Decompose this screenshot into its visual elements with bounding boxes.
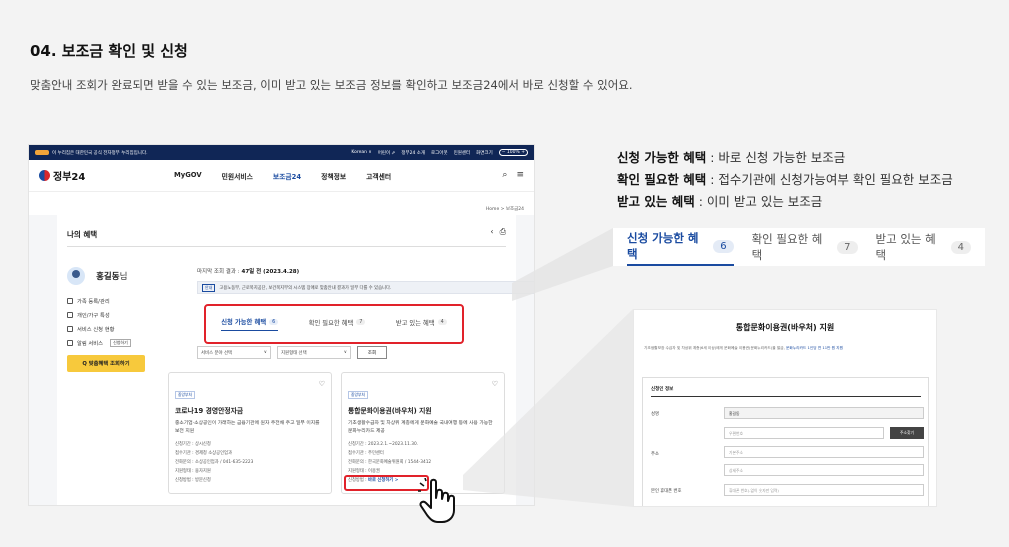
tab-available[interactable]: 신청 가능한 혜택 6 [221, 317, 279, 331]
top-link-zoom-label: 화면크기 [476, 150, 493, 156]
alert-apply-button[interactable]: 신청하기 [110, 338, 131, 347]
main-navbar: 정부24 MyGOV 민원서비스 보조금24 정책정보 고객센터 ⌕ ≡ [29, 160, 534, 192]
phone-field[interactable]: 휴대폰 번호(-없이 숫자만 입력) [724, 484, 924, 496]
application-form-panel: 통합문화이용권(바우처) 지원 기초생활보장 수급자 및 차상위 계층(6세 이… [633, 309, 937, 507]
form-desc-link[interactable]: 문화누리카드 1인당 연 11만 원 지원 [786, 346, 843, 350]
card-title: 통합문화이용권(바우처) 지원 [348, 407, 432, 415]
section-title: 신청인 정보 [651, 386, 921, 397]
side-link-alert[interactable]: 알림 서비스 신청하기 [67, 338, 157, 347]
zoom-tab-needs-check[interactable]: 확인 필요한 혜택 7 [752, 228, 858, 266]
page-title: 04. 보조금 확인 및 신청 [30, 42, 188, 60]
org-badge: 중앙부처 [175, 391, 195, 399]
tab-needs-check[interactable]: 확인 필요한 혜택 7 [309, 318, 366, 331]
org-badge: 중앙부처 [348, 391, 368, 399]
apply-highlight-box [344, 475, 429, 491]
address-search-button[interactable]: 주소찾기 [890, 427, 924, 439]
menu-civil-service[interactable]: 민원서비스 [222, 171, 253, 181]
card-details: 신청기간 : 상시신청 접수기관 : 경제청 소상공인업과 전화문의 : 소상공… [175, 442, 254, 484]
user-name: 홍길동님 [96, 271, 128, 282]
legend-item-receiving: 받고 있는 혜택 : 이미 받고 있는 보조금 [617, 194, 823, 209]
taegeuk-logo-icon [39, 170, 50, 181]
menu-policy[interactable]: 정책정보 [321, 171, 346, 181]
name-field[interactable]: 홍길동 [724, 407, 924, 419]
nav-icons: ⌕ ≡ [502, 170, 524, 180]
support-type-select[interactable]: 지원형태 선택 ∨ [277, 346, 351, 359]
top-links: Korean ∨ 어린이 ⇗ 정부24 소개 로그아웃 민원센터 화면크기 − … [351, 149, 528, 156]
user-profile: 홍길동님 가족 등록/관리 개인/가구 특성 서비스 신청 현황 알림 서비스 신… [67, 265, 157, 372]
top-link-about[interactable]: 정부24 소개 [401, 150, 425, 156]
match-benefit-button[interactable]: Q 맞춤혜택 조회하기 [67, 354, 145, 372]
side-link-status[interactable]: 서비스 신청 현황 [67, 325, 157, 333]
side-links: 가족 등록/관리 개인/가구 특성 서비스 신청 현황 알림 서비스 신청하기 [67, 297, 157, 347]
print-icon[interactable]: ⎙ [500, 227, 506, 237]
notice-tag: 안내 [202, 283, 216, 292]
zoom-tab-available[interactable]: 신청 가능한 혜택 6 [627, 228, 734, 266]
card-description: 중소기업·소상공인이 가래하는 금융기관에 원자 주전채 주고 일부 이지를 보… [175, 421, 320, 434]
notice-text: 고용노동부, 근로복지공단, 보건복지부의 시스템 장애로 맞춤안내 결과가 일… [219, 285, 392, 291]
avatar [67, 266, 85, 285]
gov-notice: 이 누리집은 대한민국 공식 전자정부 누리집입니다. [35, 150, 148, 156]
hamburger-menu-icon[interactable]: ≡ [516, 170, 524, 180]
site-logo[interactable]: 정부24 [39, 168, 174, 183]
edit-icon [67, 297, 73, 304]
tab-receiving[interactable]: 받고 있는 혜택 4 [396, 318, 447, 331]
gov-flag-icon [35, 150, 49, 155]
top-link-center[interactable]: 민원센터 [454, 150, 471, 156]
filters: 서비스 분야 선택 ∨ 지원형태 선택 ∨ 조회 [197, 346, 387, 359]
search-icon[interactable]: ⌕ [502, 170, 507, 180]
address-detail-field[interactable]: 상세주소 [724, 464, 924, 476]
top-link-kids[interactable]: 어린이 ⇗ [378, 150, 396, 156]
gov-topbar: 이 누리집은 대한민국 공식 전자정부 누리집입니다. Korean ∨ 어린이… [29, 145, 534, 160]
form-description: 기초생활보장 수급자 및 차상위 계층(6세 이상)에게 문화예술 이용권(문화… [644, 346, 843, 350]
bell-icon [67, 339, 73, 346]
top-link-logout[interactable]: 로그아웃 [431, 150, 448, 156]
card-description: 기초생활수급자 및 차상위 계층에게 문화예술 국내여행 등에 사용 가능한 문… [348, 421, 493, 434]
side-link-household[interactable]: 개인/가구 특성 [67, 311, 157, 319]
card-title: 코로나19 경영안정자금 [175, 407, 244, 415]
form-title: 통합문화이용권(바우처) 지원 [735, 323, 835, 332]
last-check: 마지막 조회 결과 :47일 전 (2023.4.28) [197, 269, 300, 275]
notice-box: 안내 고용노동부, 근로복지공단, 보건복지부의 시스템 장애로 맞춤안내 결과… [197, 281, 534, 294]
breadcrumb: Home > 보조금24 [485, 207, 524, 212]
query-button[interactable]: 조회 [357, 346, 387, 359]
page-description: 맞춤안내 조회가 완료되면 받을 수 있는 보조금, 이미 받고 있는 보조금 … [30, 78, 633, 92]
zoom-tab-receiving[interactable]: 받고 있는 혜택 4 [876, 228, 971, 266]
menu-customer-center[interactable]: 고객센터 [366, 171, 391, 181]
benefit-card[interactable]: 중앙부처 ♡ 코로나19 경영안정자금 중소기업·소상공인이 가래하는 금융기관… [168, 372, 332, 494]
my-benefits-title: 나의 혜택 [67, 230, 98, 239]
zip-field[interactable]: 우편번호 [724, 427, 884, 439]
tab-legend: 신청 가능한 혜택 : 바로 신청 가능한 보조금 확인 필요한 혜택 : 접수… [617, 147, 953, 213]
phone-label: 본인 휴대폰 번호 [651, 489, 682, 494]
address-label: 주소 [651, 452, 659, 457]
name-label: 성명 [651, 412, 659, 417]
zoom-control[interactable]: − 100% + [498, 149, 528, 156]
top-link-language[interactable]: Korean ∨ [351, 150, 371, 155]
service-field-select[interactable]: 서비스 분야 선택 ∨ [197, 346, 271, 359]
heart-icon[interactable]: ♡ [319, 380, 325, 388]
title-divider [67, 246, 506, 247]
list-icon [67, 325, 73, 332]
applicant-info-box: 신청인 정보 성명 홍길동 우편번호 주소찾기 주소 기본주소 상세주소 본인 … [642, 377, 929, 506]
page-actions: ‹ ⎙ [490, 227, 506, 237]
main-menu: MyGOV 민원서비스 보조금24 정책정보 고객센터 [174, 171, 391, 181]
legend-item-available: 신청 가능한 혜택 : 바로 신청 가능한 보조금 [617, 150, 846, 165]
zoomed-benefit-tabs: 신청 가능한 혜택 6 확인 필요한 혜택 7 받고 있는 혜택 4 [613, 228, 985, 266]
id-card-icon [67, 311, 73, 318]
legend-item-needs-check: 확인 필요한 혜택 : 접수기관에 신청가능여부 확인 필요한 보조금 [617, 172, 953, 187]
share-icon[interactable]: ‹ [490, 227, 493, 237]
pointer-hand-icon [418, 478, 455, 523]
chevron-down-icon: ∨ [263, 350, 267, 355]
menu-mygov[interactable]: MyGOV [174, 171, 202, 181]
menu-subsidy24[interactable]: 보조금24 [273, 171, 301, 181]
heart-icon[interactable]: ♡ [492, 380, 498, 388]
chevron-down-icon: ∨ [343, 350, 347, 355]
benefit-tabs-highlight: 신청 가능한 혜택 6 확인 필요한 혜택 7 받고 있는 혜택 4 [204, 304, 464, 344]
side-link-family[interactable]: 가족 등록/관리 [67, 297, 157, 305]
address-basic-field[interactable]: 기본주소 [724, 446, 924, 458]
